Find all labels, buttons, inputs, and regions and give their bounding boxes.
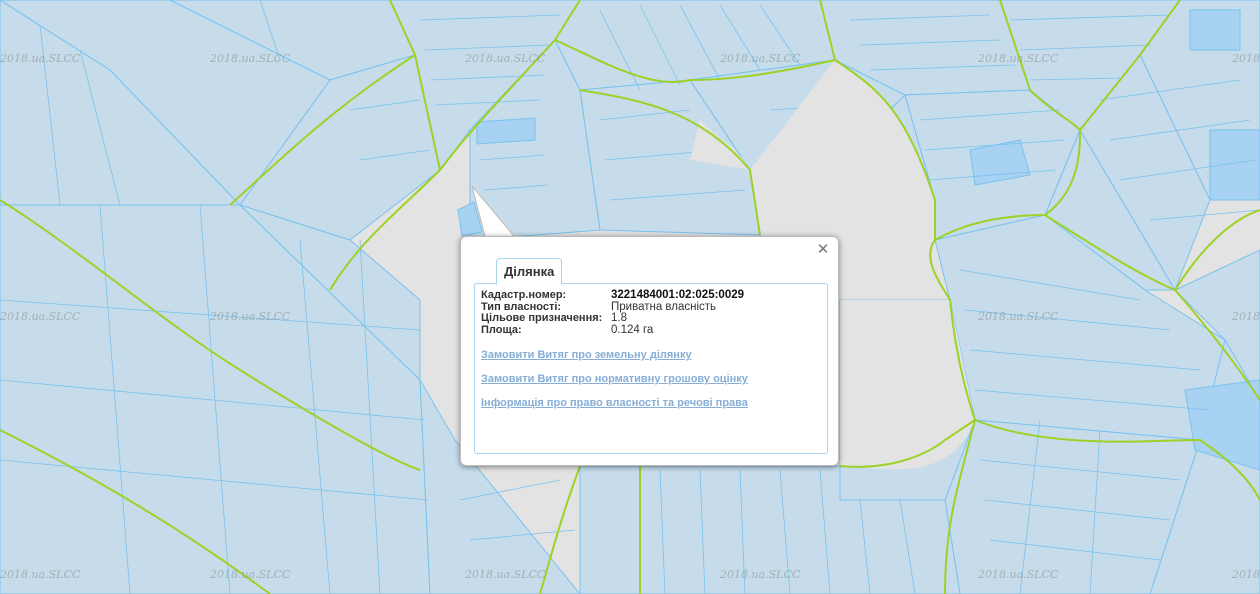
- field-value: 3221484001:02:025:0029: [611, 289, 745, 301]
- parcel-info-panel: Кадастр.номер: 3221484001:02:025:0029 Ти…: [474, 283, 828, 454]
- parcel[interactable]: [1189, 9, 1241, 51]
- field-purpose: Цільове призначення: 1.8: [481, 312, 744, 325]
- parcel-attributes: Кадастр.номер: 3221484001:02:025:0029 Ти…: [481, 289, 745, 337]
- parcel-info-popup: ✕ Ділянка Кадастр.номер: 3221484001:02:0…: [460, 236, 839, 466]
- parcel[interactable]: [579, 465, 641, 594]
- popup-tail: [471, 186, 515, 240]
- field-value: 1.8: [611, 312, 627, 324]
- ownership-rights-info-link[interactable]: Інформація про право власності та речові…: [481, 397, 748, 409]
- field-cadastral-number: Кадастр.номер: 3221484001:02:025:0029: [481, 289, 745, 302]
- tab-parcel[interactable]: Ділянка: [496, 258, 563, 285]
- field-area: Площа: 0.124 га: [481, 323, 744, 337]
- field-label: Площа:: [481, 323, 522, 336]
- road: [840, 300, 975, 470]
- order-valuation-extract-link[interactable]: Замовити Витяг про нормативну грошову оц…: [481, 373, 748, 385]
- field-value: 0.124 га: [611, 323, 654, 336]
- close-icon[interactable]: ✕: [815, 241, 831, 257]
- field-label: Цільове призначення:: [481, 312, 603, 324]
- parcel[interactable]: [476, 117, 536, 145]
- parcel[interactable]: [1209, 129, 1260, 201]
- field-label: Кадастр.номер:: [481, 289, 567, 301]
- order-parcel-extract-link[interactable]: Замовити Витяг про земельну ділянку: [481, 349, 692, 361]
